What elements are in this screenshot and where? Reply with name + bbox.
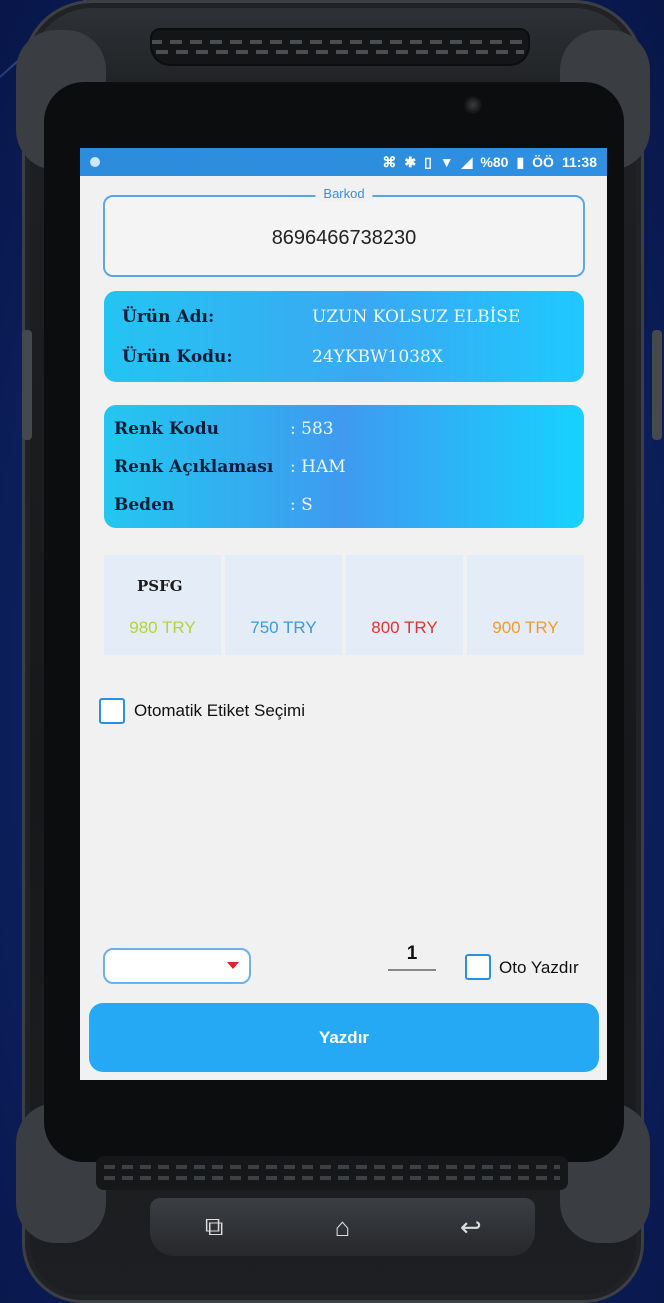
auto-print-checkbox[interactable] (465, 954, 491, 980)
color-code-value: : 583 (290, 419, 334, 439)
print-button[interactable]: Yazdır (89, 1003, 599, 1072)
barcode-value[interactable]: 8696466738230 (105, 227, 583, 250)
price-value: 980 TRY (129, 618, 196, 637)
product-card: Ürün Adı: UZUN KOLSUZ ELBİSE Ürün Kodu: … (104, 291, 584, 382)
price-header: PSFG (137, 577, 183, 595)
top-speaker (150, 28, 530, 66)
battery-percent: %80 (480, 154, 509, 170)
battery-icon: ▮ (516, 153, 525, 170)
vibrate-icon: ▯ (424, 153, 432, 170)
price-cell: 900 TRY (467, 555, 584, 655)
size-value: : S (290, 495, 313, 515)
product-name-label: Ürün Adı: (122, 307, 215, 327)
bluetooth-icon: ✱ (404, 153, 417, 170)
color-desc-label: Renk Açıklaması (114, 457, 274, 477)
auto-label-text: Otomatik Etiket Seçimi (134, 701, 305, 720)
product-code-label: Ürün Kodu: (122, 347, 233, 367)
bottom-speaker (96, 1156, 568, 1190)
auto-print-label: Oto Yazdır (499, 958, 579, 977)
price-value: 900 TRY (492, 618, 559, 637)
barcode-field[interactable]: Barkod 8696466738230 (103, 186, 585, 277)
front-camera (464, 96, 482, 114)
barcode-label: Barkod (315, 186, 373, 201)
dropdown-arrow-icon (227, 962, 239, 969)
home-icon[interactable]: ⌂ (312, 1212, 372, 1243)
back-icon[interactable]: ↩ (441, 1212, 501, 1243)
signal-icon: ◢ (461, 153, 473, 170)
side-button-left (22, 330, 32, 440)
recent-apps-icon[interactable]: ⧉ (184, 1211, 244, 1243)
wifi-icon: ▼ (439, 154, 454, 170)
product-code-value: 24YKBW1038X (312, 347, 443, 367)
price-cell: 750 TRY (225, 555, 342, 655)
clock: 11:38 (561, 154, 597, 170)
side-button-right (652, 330, 662, 440)
price-grid: PSFG 980 TRY 750 TRY 800 TRY 900 TRY (104, 555, 584, 655)
price-cell: PSFG 980 TRY (104, 555, 221, 655)
color-code-label: Renk Kodu (114, 419, 219, 439)
price-cell: 800 TRY (346, 555, 463, 655)
status-misc: ÖÖ (532, 154, 554, 170)
price-value: 800 TRY (371, 618, 438, 637)
product-name-value: UZUN KOLSUZ ELBİSE (312, 307, 521, 327)
app-screen: ⌘ ✱ ▯ ▼ ◢ %80 ▮ ÖÖ 11:38 Barkod 86964667… (80, 148, 607, 1080)
auto-label-checkbox[interactable] (99, 698, 125, 724)
color-desc-value: : HAM (290, 457, 346, 477)
size-label: Beden (114, 495, 175, 515)
price-value: 750 TRY (250, 618, 317, 637)
variant-card: Renk Kodu : 583 Renk Açıklaması : HAM Be… (104, 405, 584, 528)
scan-icon: ⌘ (382, 153, 397, 170)
label-dropdown[interactable] (103, 948, 251, 984)
status-bar: ⌘ ✱ ▯ ▼ ◢ %80 ▮ ÖÖ 11:38 (80, 148, 607, 176)
notification-dot-icon (90, 157, 100, 167)
hardware-nav-bar: ⧉ ⌂ ↩ (150, 1198, 535, 1256)
quantity-field[interactable]: 1 (388, 943, 436, 971)
